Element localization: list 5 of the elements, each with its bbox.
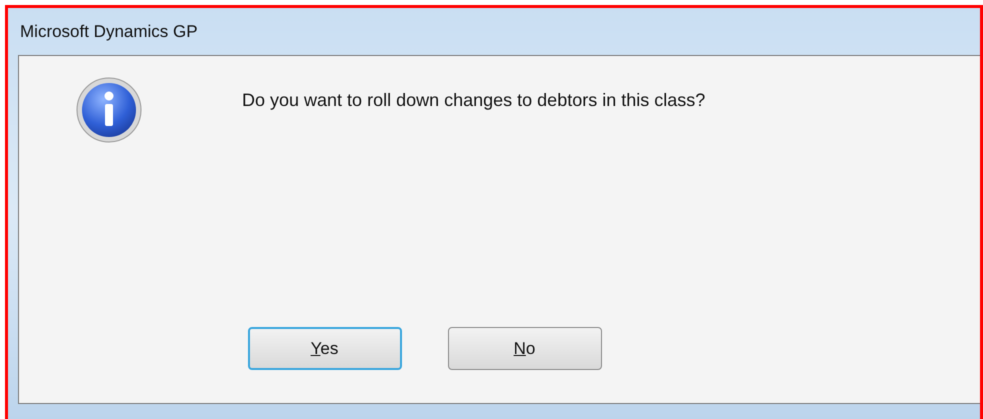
window-title: Microsoft Dynamics GP [20, 20, 198, 43]
message-text: Do you want to roll down changes to debtors in this class? [242, 89, 706, 112]
dialog-button[interactable]: No [448, 327, 602, 370]
info-icon [76, 77, 142, 143]
dialog-button[interactable]: Yes [248, 327, 402, 370]
